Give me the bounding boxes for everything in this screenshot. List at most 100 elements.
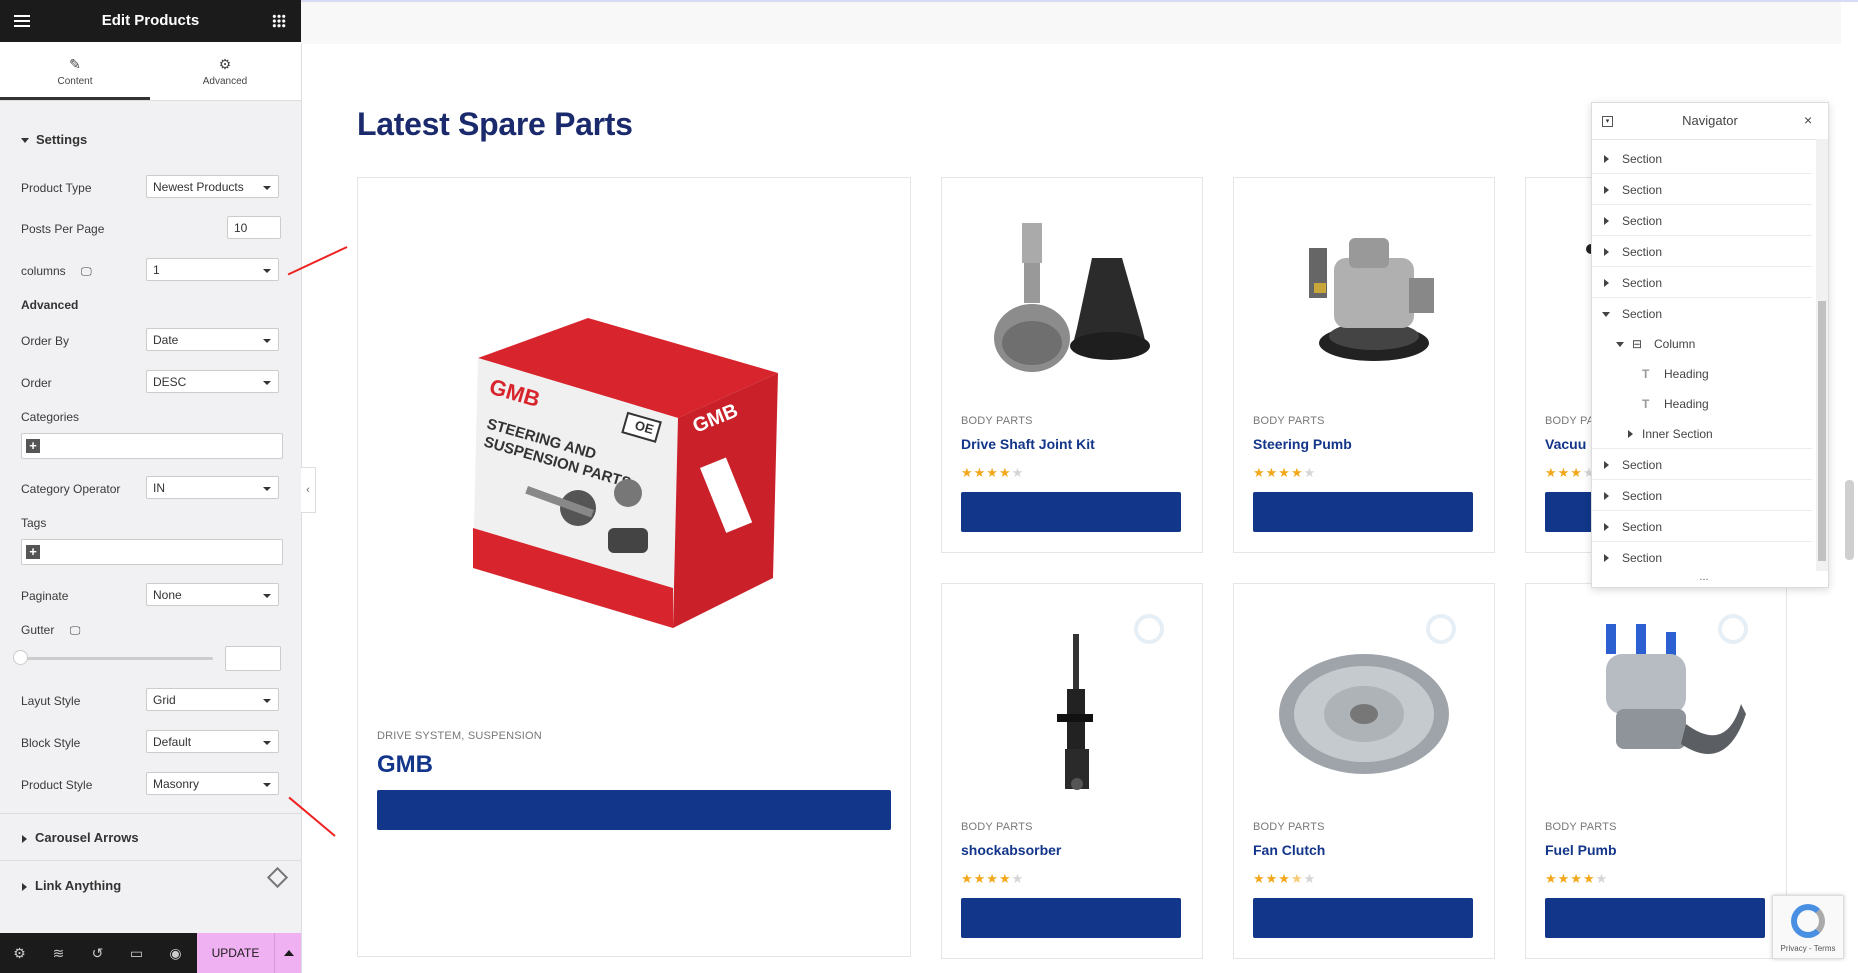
select-value: DESC: [153, 375, 187, 389]
tab-content[interactable]: ✎ Content: [0, 42, 150, 100]
nav-item-label: Heading: [1664, 367, 1709, 381]
navigator-item-heading[interactable]: T Heading: [1592, 359, 1812, 389]
desktop-icon[interactable]: 🖵: [70, 625, 81, 637]
rating-stars: ★★★★★: [961, 871, 1025, 886]
update-options-button[interactable]: [274, 933, 301, 973]
order-by-select[interactable]: Date: [146, 328, 279, 351]
add-to-cart-button[interactable]: [1253, 492, 1473, 532]
advanced-heading: Advanced: [21, 298, 79, 312]
carousel-arrows-title: Carousel Arrows: [35, 830, 139, 845]
navigator-item-heading[interactable]: T Heading: [1592, 389, 1812, 419]
gutter-slider-handle[interactable]: [13, 650, 28, 665]
nav-item-label: Section: [1622, 489, 1663, 503]
update-button[interactable]: UPDATE: [197, 933, 274, 973]
navigator-item-section[interactable]: Section: [1592, 450, 1812, 480]
navigator-item-section[interactable]: Section: [1592, 512, 1812, 542]
cv-joint-image: [994, 223, 1150, 372]
product-style-select[interactable]: Masonry: [146, 772, 279, 795]
product-card[interactable]: BODY PARTS Fuel Pumb ★★★★★: [1525, 583, 1787, 959]
navigator-item-section[interactable]: Section: [1592, 237, 1812, 267]
navigator-item-section[interactable]: Section: [1592, 268, 1812, 298]
close-icon[interactable]: ×: [1804, 112, 1812, 128]
link-anything-toggle[interactable]: Link Anything: [22, 878, 121, 893]
product-card[interactable]: BODY PARTS Steering Pumb ★★★★★: [1233, 177, 1495, 553]
navigator-scroll-thumb[interactable]: [1818, 301, 1826, 561]
tab-label: Advanced: [202, 76, 248, 87]
product-type-select[interactable]: Newest Products: [146, 175, 279, 198]
plus-icon[interactable]: +: [26, 439, 40, 453]
settings-section-toggle[interactable]: Settings: [21, 132, 87, 147]
nav-item-label: Section: [1622, 276, 1663, 290]
navigator-item-column[interactable]: ⊟ Column: [1592, 329, 1812, 359]
gutter-slider-track[interactable]: [21, 657, 213, 660]
recaptcha-badge[interactable]: Privacy - Terms: [1772, 895, 1844, 959]
page-scroll-thumb[interactable]: [1845, 480, 1854, 560]
block-style-select[interactable]: Default: [146, 730, 279, 753]
history-icon[interactable]: ↺: [78, 933, 117, 973]
navigator-item-section[interactable]: Section: [1592, 144, 1812, 174]
product-title[interactable]: Steering Pumb: [1253, 436, 1352, 452]
paginate-select[interactable]: None: [146, 583, 279, 606]
pencil-icon: ✎: [69, 56, 81, 72]
gutter-input[interactable]: [225, 646, 281, 671]
product-box-image: GMB STEERING AND SUSPENSION PARTS OE GMB: [473, 318, 778, 628]
navigator-item-section[interactable]: Section: [1592, 206, 1812, 236]
product-title[interactable]: Fan Clutch: [1253, 842, 1325, 858]
responsive-icon[interactable]: ▭: [117, 933, 156, 973]
chevron-down-icon: [263, 783, 271, 787]
nav-item-label: Section: [1622, 458, 1663, 472]
layout-style-select[interactable]: Grid: [146, 688, 279, 711]
plus-icon[interactable]: +: [26, 545, 40, 559]
add-to-cart-button[interactable]: [377, 790, 891, 830]
product-title[interactable]: GMB: [377, 751, 433, 779]
add-to-cart-button[interactable]: [1253, 898, 1473, 938]
add-to-cart-button[interactable]: [1545, 898, 1765, 938]
chevron-down-icon: [263, 594, 271, 598]
order-select[interactable]: DESC: [146, 370, 279, 393]
category-operator-select[interactable]: IN: [146, 476, 279, 499]
carousel-arrows-toggle[interactable]: Carousel Arrows: [22, 830, 139, 845]
preview-eye-icon[interactable]: ◉: [156, 933, 195, 973]
product-title[interactable]: Fuel Pumb: [1545, 842, 1617, 858]
add-to-cart-button[interactable]: [961, 492, 1181, 532]
widget-badge-icon: [266, 866, 289, 889]
featured-product-card[interactable]: GMB STEERING AND SUSPENSION PARTS OE GMB…: [357, 177, 911, 957]
navigator-item-section[interactable]: Section: [1592, 175, 1812, 205]
layers-icon[interactable]: ≋: [39, 933, 78, 973]
navigator-header: ▾ Navigator ×: [1592, 103, 1828, 140]
apps-grid-icon[interactable]: [272, 14, 286, 28]
divider: [0, 860, 301, 861]
product-category: DRIVE SYSTEM, SUSPENSION: [377, 730, 542, 742]
product-category: BODY PARTS: [961, 415, 1033, 427]
product-category: BODY PA: [1545, 415, 1595, 427]
navigator-item-inner-section[interactable]: Inner Section: [1592, 419, 1812, 449]
settings-icon[interactable]: ⚙: [0, 933, 39, 973]
collapse-panel-button[interactable]: ‹: [301, 467, 316, 513]
desktop-icon[interactable]: 🖵: [81, 266, 92, 278]
product-card[interactable]: BODY PARTS Drive Shaft Joint Kit ★★★★★: [941, 177, 1203, 553]
navigator-item-section-expanded[interactable]: Section: [1592, 299, 1812, 329]
rating-stars: ★★★★★: [1253, 465, 1317, 480]
product-card[interactable]: BODY PARTS shockabsorber ★★★★★: [941, 583, 1203, 959]
product-title[interactable]: Vacuu: [1545, 436, 1586, 452]
add-to-cart-button[interactable]: [961, 898, 1181, 938]
product-card[interactable]: BODY PARTS Fan Clutch ★★★★★: [1233, 583, 1495, 959]
product-title[interactable]: shockabsorber: [961, 842, 1061, 858]
recaptcha-links[interactable]: Privacy - Terms: [1773, 944, 1843, 953]
product-category: BODY PARTS: [961, 821, 1033, 833]
categories-input[interactable]: +: [21, 433, 283, 459]
shock-absorber-image: [1057, 634, 1093, 790]
navigator-item-section[interactable]: Section: [1592, 481, 1812, 511]
columns-select[interactable]: 1: [146, 258, 279, 281]
gear-icon: ⚙: [218, 56, 232, 72]
columns-label-text: columns: [21, 264, 66, 278]
navigator-item-section[interactable]: Section: [1592, 543, 1812, 573]
product-title[interactable]: Drive Shaft Joint Kit: [961, 436, 1095, 452]
fan-clutch-image: [1279, 654, 1449, 774]
tab-advanced[interactable]: ⚙ Advanced: [150, 42, 300, 100]
resize-handle[interactable]: ...: [1592, 571, 1816, 583]
tags-input[interactable]: +: [21, 539, 283, 565]
column-icon: ⊟: [1632, 337, 1643, 351]
tags-label: Tags: [21, 516, 47, 530]
posts-per-page-input[interactable]: 10: [227, 216, 281, 239]
